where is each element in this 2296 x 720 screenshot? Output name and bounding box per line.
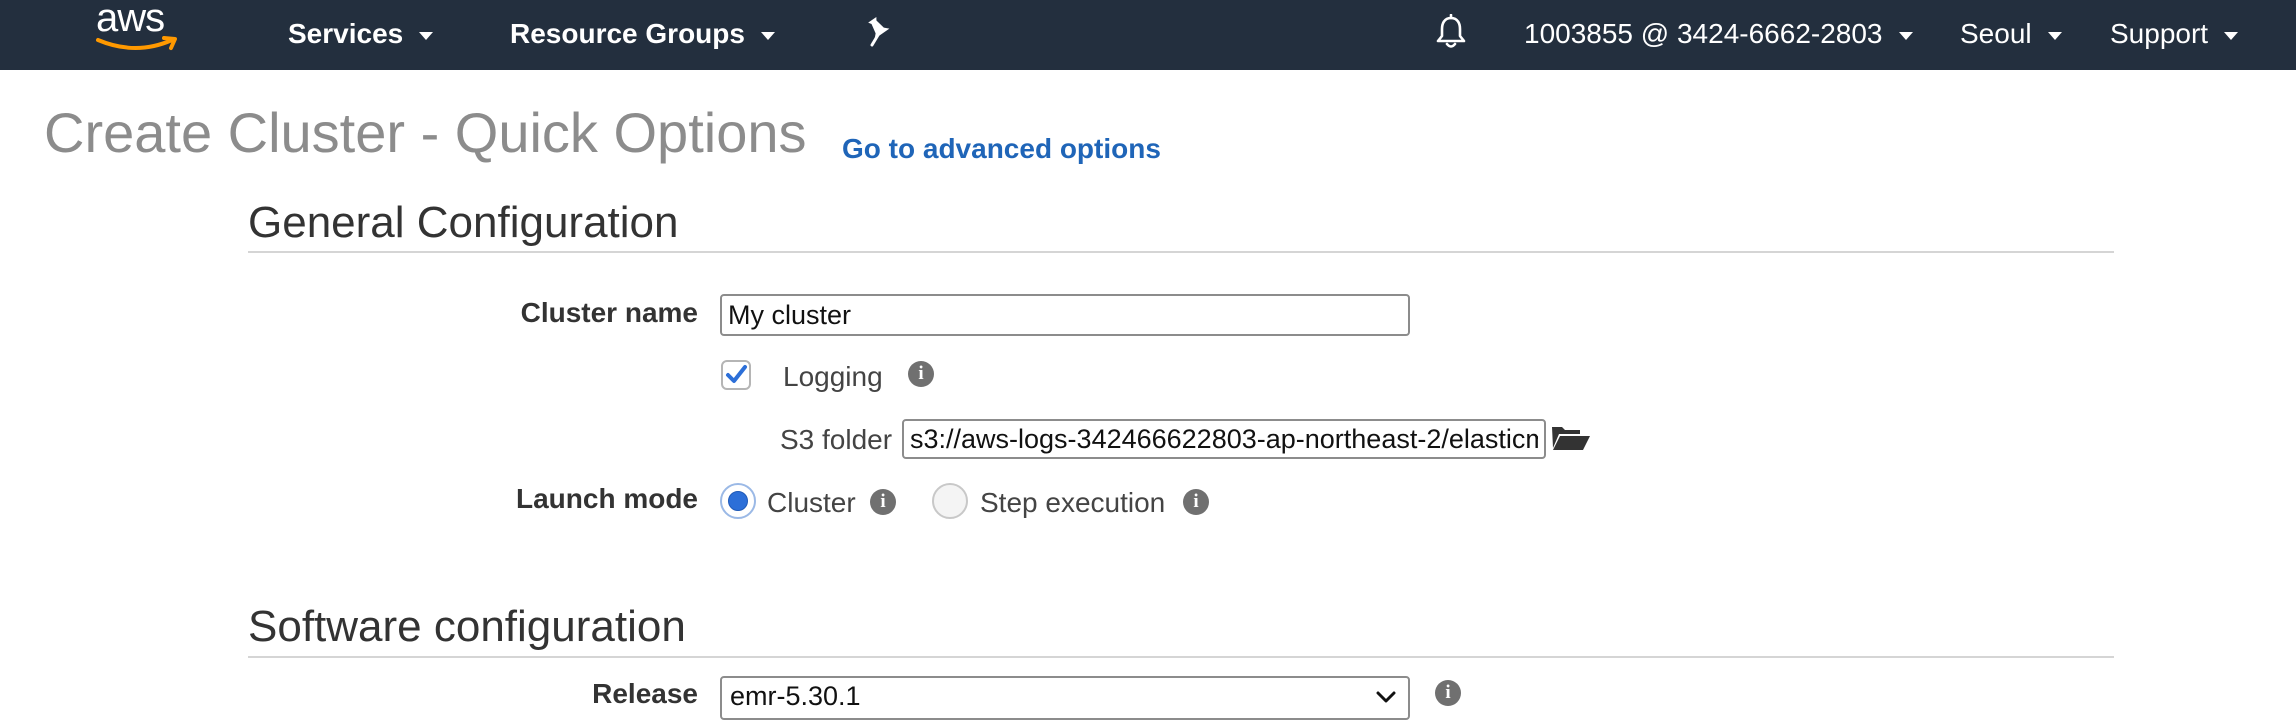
launch-mode-label: Launch mode: [515, 483, 698, 514]
advanced-options-link[interactable]: Go to advanced options: [842, 133, 1161, 165]
cluster-name-label: Cluster name: [520, 297, 698, 328]
support-label: Support: [2110, 18, 2209, 49]
release-label: Release: [592, 678, 698, 709]
chevron-down-icon: [419, 32, 434, 40]
section-divider: [248, 251, 2114, 253]
services-menu[interactable]: Services: [288, 14, 434, 54]
cluster-name-input[interactable]: [720, 294, 1410, 336]
account-menu[interactable]: 1003855 @ 3424-6662-2803: [1524, 14, 1913, 54]
general-configuration-heading: General Configuration: [248, 198, 679, 247]
launch-mode-cluster-radio[interactable]: [720, 483, 756, 519]
support-menu[interactable]: Support: [2110, 14, 2239, 54]
launch-mode-step-execution-label: Step execution: [980, 487, 1166, 518]
aws-logo[interactable]: aws: [96, 0, 182, 60]
logging-checkbox[interactable]: [721, 360, 751, 390]
services-label: Services: [288, 18, 404, 49]
s3-folder-label: S3 folder: [780, 424, 893, 455]
s3-folder-input[interactable]: [902, 419, 1546, 459]
chevron-down-icon: [2224, 32, 2239, 40]
logging-info-icon[interactable]: i: [908, 361, 934, 387]
software-configuration-heading: Software configuration: [248, 602, 686, 651]
chevron-down-icon: [1898, 32, 1913, 40]
top-nav-bar: aws Services Resource Groups 1003855 @ 3…: [0, 0, 2296, 70]
release-select[interactable]: emr-5.30.1: [720, 676, 1410, 720]
logging-label: Logging: [783, 361, 883, 392]
checkmark-icon: [726, 365, 747, 383]
release-selected-value: emr-5.30.1: [730, 681, 861, 711]
launch-mode-cluster-label: Cluster: [767, 487, 856, 518]
bell-icon[interactable]: [1434, 14, 1468, 50]
step-execution-info-icon[interactable]: i: [1183, 489, 1209, 515]
resource-groups-label: Resource Groups: [510, 18, 745, 49]
pin-icon[interactable]: [864, 16, 892, 48]
chevron-down-icon: [760, 32, 775, 40]
aws-smile-icon: [96, 36, 177, 50]
region-menu[interactable]: Seoul: [1960, 14, 2062, 54]
chevron-down-icon: [2047, 32, 2062, 40]
release-info-icon[interactable]: i: [1435, 680, 1461, 706]
resource-groups-menu[interactable]: Resource Groups: [510, 14, 775, 54]
launch-mode-step-execution-radio[interactable]: [932, 483, 968, 519]
page-title: Create Cluster - Quick Options: [44, 101, 807, 164]
account-label: 1003855 @ 3424-6662-2803: [1524, 18, 1883, 49]
cluster-info-icon[interactable]: i: [870, 489, 896, 515]
folder-open-icon[interactable]: [1550, 423, 1592, 453]
region-label: Seoul: [1960, 18, 2032, 49]
chevron-down-icon: [1376, 691, 1396, 703]
section-divider: [248, 656, 2114, 658]
